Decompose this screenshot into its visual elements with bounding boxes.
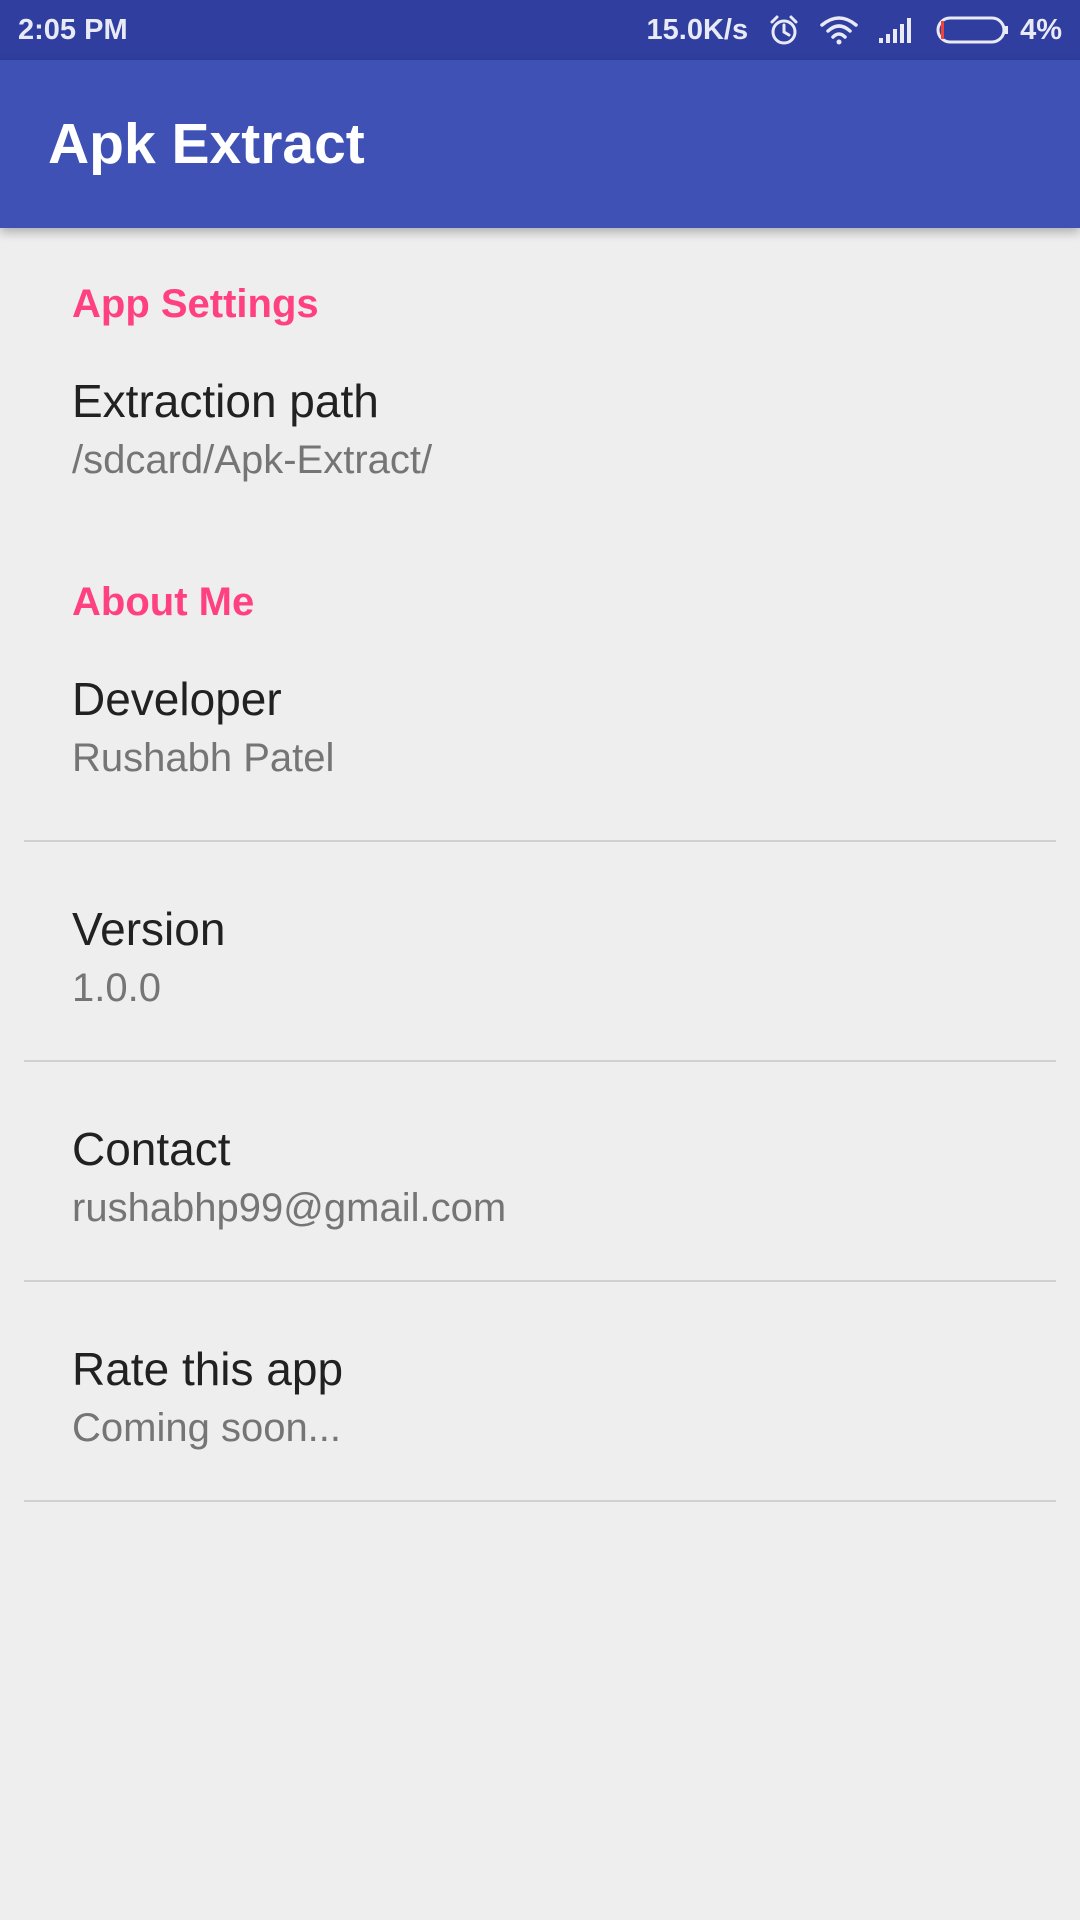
alarm-icon <box>768 14 800 46</box>
section-app-settings: App Settings Extraction path /sdcard/Apk… <box>0 228 1080 544</box>
pref-title: Extraction path <box>72 375 379 427</box>
app-bar: Apk Extract <box>0 60 1080 228</box>
pref-summary: /sdcard/Apk-Extract/ <box>72 438 433 482</box>
pref-rate-app[interactable]: Rate this app Coming soon... <box>0 1282 1080 1500</box>
pref-summary: Rushabh Patel <box>72 736 335 780</box>
pref-summary: 1.0.0 <box>72 966 161 1010</box>
pref-extraction-path[interactable]: Extraction path /sdcard/Apk-Extract/ <box>0 324 1080 544</box>
pref-title: Rate this app <box>72 1343 344 1395</box>
status-time: 2:05 PM <box>18 13 128 46</box>
category-header-app-settings: App Settings <box>72 282 319 326</box>
settings-list: App Settings Extraction path /sdcard/Apk… <box>0 228 1080 1502</box>
pref-summary: Coming soon... <box>72 1406 342 1450</box>
status-right: 15.0K/s 4% <box>647 14 1063 47</box>
pref-title: Contact <box>72 1123 231 1175</box>
app-title: Apk Extract <box>48 112 365 176</box>
wifi-icon <box>820 15 858 45</box>
signal-icon <box>878 16 916 44</box>
pref-contact[interactable]: Contact rushabhp99@gmail.com <box>0 1062 1080 1280</box>
network-speed: 15.0K/s <box>646 13 749 46</box>
section-about-me: About Me Developer Rushabh Patel Version… <box>0 544 1080 1502</box>
screen: 2:05 PM 15.0K/s 4% Apk Extract App Setti… <box>0 0 1080 1920</box>
battery-icon <box>936 15 1010 45</box>
pref-title: Version <box>72 903 226 955</box>
category-header-about-me: About Me <box>72 580 255 624</box>
pref-summary: rushabhp99@gmail.com <box>72 1186 507 1230</box>
pref-developer[interactable]: Developer Rushabh Patel <box>0 622 1080 840</box>
battery-indicator: 4% <box>936 14 1062 47</box>
divider <box>24 1500 1056 1502</box>
pref-version[interactable]: Version 1.0.0 <box>0 842 1080 1060</box>
status-bar: 2:05 PM 15.0K/s 4% <box>0 0 1080 60</box>
pref-title: Developer <box>72 673 282 725</box>
battery-percent: 4% <box>1020 13 1062 46</box>
